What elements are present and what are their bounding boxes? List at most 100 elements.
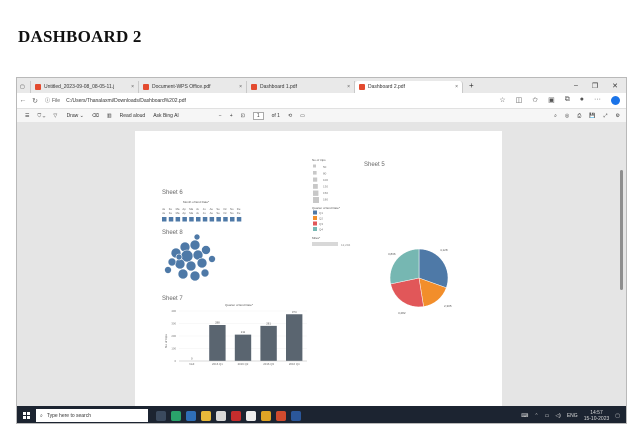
sheet8-bubble — [164, 266, 172, 274]
notepad-icon[interactable] — [246, 410, 256, 421]
sheet6-month-mark — [230, 217, 235, 222]
word-icon[interactable] — [291, 410, 301, 421]
chrome-icon[interactable] — [261, 410, 271, 421]
settings-icon[interactable]: ⚙ — [616, 113, 620, 119]
sheet8-bubble — [200, 268, 210, 278]
size-legend-label: 50 — [323, 165, 327, 169]
restore-icon[interactable]: ❐ — [592, 82, 598, 90]
quarter-legend-label: Q4 — [319, 228, 323, 232]
page-number-input[interactable]: 1 — [252, 111, 264, 120]
task-view-icon[interactable] — [156, 410, 166, 421]
pdf-toolbar: ☰ ⛉ ⌄ ▽ Draw ⌄ ⌫ ▥ Read aloud Ask Bing A… — [17, 109, 626, 123]
notifications-icon[interactable]: ▢ — [615, 413, 620, 419]
minimize-icon[interactable]: – — [574, 82, 578, 90]
keyboard-icon[interactable]: ⌨ — [521, 413, 528, 419]
two-page-icon[interactable]: ▭ — [300, 113, 305, 119]
sheet6-month-label: Ju — [196, 211, 199, 215]
size-legend-square — [313, 197, 319, 203]
quarter-legend-label: Q2 — [319, 217, 323, 221]
size-legend-label: 100 — [323, 178, 328, 182]
zoom-in-icon[interactable]: + — [230, 113, 233, 119]
back-icon[interactable]: ← — [17, 97, 29, 104]
contents-icon[interactable]: ☰ — [25, 113, 29, 119]
view-icon[interactable]: ▥ — [107, 113, 112, 119]
draw-button[interactable]: ▽ Draw ⌄ — [53, 113, 84, 119]
volume-icon[interactable]: ◁) — [555, 413, 561, 419]
tab-dashboard-2[interactable]: Dashboard 2.pdf × — [355, 81, 463, 93]
store-icon[interactable] — [186, 410, 196, 421]
close-tab-icon[interactable]: × — [343, 84, 350, 90]
bar-ytick-label: 300 — [171, 322, 176, 326]
save-icon[interactable]: 💾 — [589, 113, 595, 119]
network-icon[interactable]: ▭ — [545, 413, 550, 419]
quarter-legend-label: Q1 — [319, 211, 323, 215]
edge-icon[interactable] — [171, 410, 181, 421]
pdf-icon — [143, 84, 149, 90]
search-icon: ⌕ — [40, 412, 43, 419]
mail-icon[interactable] — [216, 410, 226, 421]
windows-start-icon[interactable] — [23, 412, 30, 419]
wps-icon[interactable] — [276, 410, 286, 421]
fullscreen-icon[interactable]: ⤢ — [604, 113, 608, 119]
sheet8-title: Sheet 8 — [162, 230, 183, 236]
extensions-icon[interactable]: ⧉ — [565, 96, 570, 105]
profile-icon[interactable]: ● — [580, 96, 584, 105]
touch-icon[interactable]: ◎ — [565, 113, 569, 119]
zoom-out-icon[interactable]: − — [219, 113, 222, 119]
bar-chart-ylabel: No of trips — [164, 334, 168, 348]
sheet8-bubble — [208, 255, 216, 263]
more-icon[interactable]: ··· — [594, 96, 601, 105]
split-screen-icon[interactable]: ◫ — [516, 96, 523, 105]
bar-category-label: 2016 Q4 — [289, 362, 300, 366]
taskbar-search-input[interactable]: ⌕ Type here to search — [36, 409, 148, 422]
clock[interactable]: 14:57 15-10-2023 — [584, 410, 610, 422]
close-tab-icon[interactable]: × — [451, 84, 458, 90]
sheet6-month-label: Au — [210, 211, 214, 215]
sheet6-month-label: No — [230, 211, 234, 215]
new-tab-button[interactable]: + — [463, 81, 474, 90]
opera-icon[interactable] — [231, 410, 241, 421]
sheet6-month-grid: JaJaFeFeMaMaApApMaMaJuJuJuJuAuAuSeSeOcOc… — [162, 207, 242, 222]
sheet8-bubble — [201, 245, 211, 255]
miles-value: 12,204 — [341, 243, 351, 247]
size-legend: 50 80 100 130 150 180 — [313, 164, 328, 203]
pdf-viewer[interactable]: Sheet 5 No of trips 50 80 100 130 150 180 Qua… — [17, 122, 626, 406]
read-aloud-button[interactable]: Read aloud — [120, 113, 146, 119]
close-window-icon[interactable]: ✕ — [612, 82, 618, 90]
refresh-icon[interactable]: ↻ — [29, 97, 41, 105]
language-indicator[interactable]: ENG — [567, 413, 578, 419]
sheet6-month-label: Ma — [176, 211, 180, 215]
miles-bar — [312, 242, 338, 246]
print-icon[interactable]: ⎙ — [577, 113, 581, 119]
highlight-icon[interactable]: ⛉ ⌄ — [37, 113, 45, 119]
pie-slice-label: 2,305 — [444, 304, 452, 308]
tab-untitled[interactable]: Untitled_2023-09-08_08-05-11.j × — [31, 81, 139, 93]
file-explorer-icon[interactable] — [201, 410, 211, 421]
tab-actions-button[interactable]: ▢ — [17, 81, 31, 93]
ask-bing-button[interactable]: Ask Bing AI — [153, 113, 179, 119]
favorite-icon[interactable]: ☆ — [499, 96, 505, 105]
tray-arrow-icon[interactable]: ⌃ — [534, 413, 538, 419]
quarter-legend-swatch — [313, 221, 317, 226]
rotate-icon[interactable]: ⟲ — [288, 113, 292, 119]
bing-icon[interactable] — [611, 96, 620, 105]
tab-bar: ▢ Untitled_2023-09-08_08-05-11.j × Docum… — [17, 78, 626, 93]
scrollbar[interactable] — [620, 170, 624, 423]
bar — [260, 325, 277, 361]
sheet6-month-mark — [162, 217, 167, 222]
size-legend-label: 150 — [323, 191, 328, 195]
search-icon[interactable]: ⌕ — [554, 113, 557, 119]
tab-dashboard-1[interactable]: Dashboard 1.pdf × — [247, 81, 355, 93]
fit-page-icon[interactable]: ⊡ — [241, 113, 245, 119]
bar-data-label: 211 — [241, 330, 246, 334]
favorites-icon[interactable]: ✩ — [532, 96, 538, 105]
sheet8-bubble — [175, 253, 183, 261]
address-bar[interactable]: ⓘ File C:/Users/Thanalaxmi/Downloads/Das… — [45, 96, 499, 106]
collections-icon[interactable]: ▣ — [548, 96, 555, 105]
erase-icon[interactable]: ⌫ — [92, 113, 99, 119]
close-tab-icon[interactable]: × — [127, 84, 134, 90]
close-tab-icon[interactable]: × — [235, 84, 242, 90]
sheet6-month-mark — [202, 217, 208, 222]
tab-wps-document[interactable]: Document-WPS Office.pdf × — [139, 81, 247, 93]
sheet6-month-label: Fe — [169, 211, 173, 215]
